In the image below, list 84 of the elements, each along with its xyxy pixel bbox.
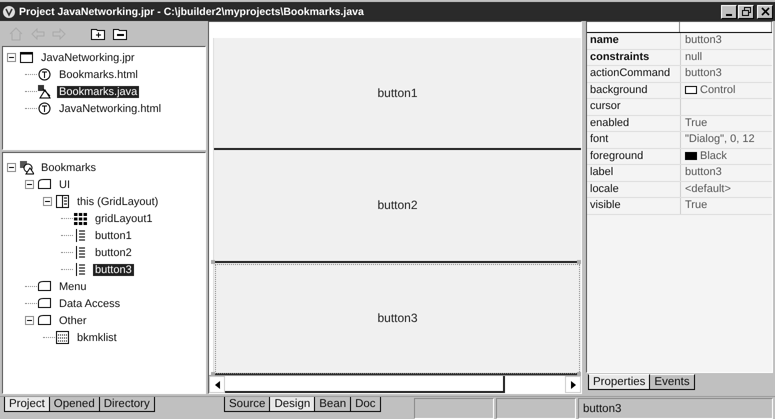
folder-icon (37, 296, 52, 311)
list-icon (55, 330, 70, 345)
project-icon (19, 50, 34, 65)
close-button[interactable] (757, 4, 773, 18)
folder-icon (37, 313, 52, 328)
layout-icon (55, 194, 70, 209)
scroll-right-button[interactable] (565, 376, 581, 393)
tree-item[interactable]: Data Access (57, 298, 122, 310)
restore-button[interactable] (738, 4, 754, 18)
resize-handle[interactable] (211, 260, 215, 264)
collapse-toggle[interactable] (7, 163, 16, 172)
tree-item[interactable]: Bookmarks.java (57, 86, 140, 98)
property-name: name (587, 33, 681, 48)
minimize-button[interactable] (721, 4, 737, 18)
right-arrow-icon (570, 380, 576, 388)
add-folder-icon[interactable] (91, 27, 106, 40)
tab[interactable]: Source (224, 397, 270, 412)
folder-icon (37, 279, 52, 294)
scroll-left-button[interactable] (209, 376, 225, 393)
tree-item[interactable]: gridLayout1 (93, 212, 154, 224)
tab[interactable]: Bean (314, 397, 352, 412)
shapes-icon (19, 160, 34, 175)
tab[interactable]: Design (269, 397, 316, 412)
tree-item[interactable]: Other (57, 314, 89, 326)
property-name: locale (587, 182, 681, 197)
restore-icon (742, 7, 750, 16)
property-value[interactable]: null (681, 50, 772, 65)
tree-item[interactable]: Bookmarks (39, 162, 98, 174)
property-name: background (587, 82, 681, 98)
collapse-toggle[interactable] (25, 180, 34, 189)
property-value[interactable]: True (681, 198, 772, 214)
tree-item[interactable]: UI (57, 178, 72, 190)
tree-item[interactable]: JavaNetworking.jpr (39, 52, 137, 64)
status-message: button3 (578, 398, 773, 419)
property-value[interactable]: button3 (681, 165, 772, 180)
property-name: constraints (587, 50, 681, 65)
property-name: label (587, 165, 681, 180)
tab[interactable]: Project (4, 397, 50, 412)
property-value[interactable]: True (681, 116, 772, 131)
property-value[interactable]: button3 (681, 66, 772, 82)
button-component[interactable]: button2 (214, 150, 581, 263)
text-lines-icon (73, 228, 88, 243)
left-arrow-icon (214, 380, 220, 388)
tab[interactable]: Directory (98, 397, 155, 412)
property-value-text: Black (700, 148, 727, 164)
resize-handle[interactable] (577, 260, 581, 264)
property-name: font (587, 132, 681, 148)
tree-item[interactable]: this (GridLayout) (75, 196, 160, 208)
resize-handle[interactable] (211, 372, 215, 376)
tree-item[interactable]: Bookmarks.html (57, 68, 140, 80)
property-value-text: Control (700, 82, 736, 98)
tree-item[interactable]: button3 (93, 264, 134, 276)
tree-item[interactable]: bkmklist (75, 332, 119, 344)
property-name: visible (587, 198, 681, 214)
property-name: actionCommand (587, 66, 681, 82)
tab[interactable]: Opened (48, 397, 100, 412)
tree-item[interactable]: button2 (93, 246, 134, 258)
collapse-toggle[interactable] (43, 197, 52, 206)
tab[interactable]: Doc (350, 397, 381, 412)
java-file-icon (37, 84, 52, 99)
tab[interactable]: Properties (588, 374, 650, 390)
property-value[interactable]: button3 (681, 33, 772, 48)
button-component[interactable]: button1 (214, 38, 581, 150)
minimize-icon (726, 14, 732, 16)
text-lines-icon (73, 245, 88, 260)
property-name: enabled (587, 116, 681, 131)
collapse-toggle[interactable] (7, 53, 16, 62)
property-value[interactable]: <default> (681, 182, 772, 197)
text-lines-icon (73, 262, 88, 277)
tab[interactable]: Events (649, 374, 695, 390)
property-name: foreground (587, 148, 681, 164)
tree-item[interactable]: JavaNetworking.html (57, 102, 164, 114)
property-value[interactable]: "Dialog", 0, 12 (681, 132, 772, 148)
close-icon (760, 7, 770, 16)
tree-item[interactable]: button1 (93, 230, 134, 242)
folder-icon (37, 177, 52, 192)
horizontal-scrollbar[interactable] (209, 375, 581, 393)
remove-folder-icon[interactable] (113, 27, 128, 40)
property-name: cursor (587, 99, 681, 114)
window-title: Project JavaNetworking.jpr - C:\jbuilder2\myprojects\Bookmarks.java (19, 6, 364, 18)
tree-item[interactable]: Menu (57, 280, 89, 292)
resize-handle[interactable] (577, 372, 581, 376)
grid-icon (73, 211, 88, 226)
collapse-toggle[interactable] (25, 316, 34, 325)
